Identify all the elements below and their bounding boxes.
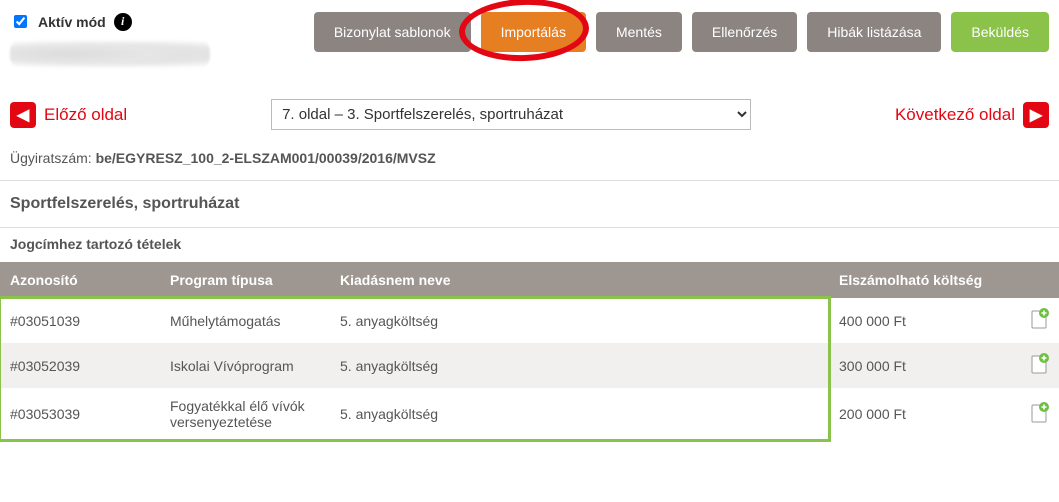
- cell-kiad: 5. anyagköltség: [330, 298, 829, 343]
- check-button[interactable]: Ellenőrzés: [692, 12, 797, 52]
- cell-id: #03053039: [0, 388, 160, 440]
- prev-page-button[interactable]: ◀: [10, 102, 36, 128]
- import-button[interactable]: Importálás: [481, 12, 586, 52]
- th-cost: Elszámolható költség: [829, 262, 1019, 298]
- add-document-icon[interactable]: [1029, 353, 1049, 378]
- redacted-area: [10, 39, 210, 69]
- active-mode-checkbox[interactable]: [14, 15, 27, 28]
- next-page-button[interactable]: ▶: [1023, 102, 1049, 128]
- info-icon[interactable]: i: [114, 13, 132, 31]
- table-row: #03052039 Iskolai Vívóprogram 5. anyagkö…: [0, 343, 1059, 388]
- next-page-label[interactable]: Következő oldal: [895, 105, 1015, 125]
- cell-kiad: 5. anyagköltség: [330, 343, 829, 388]
- cell-id: #03052039: [0, 343, 160, 388]
- cell-prog: Iskolai Vívóprogram: [160, 343, 330, 388]
- prev-page-label[interactable]: Előző oldal: [44, 105, 127, 125]
- active-mode-label: Aktív mód: [38, 14, 106, 30]
- cell-kiad: 5. anyagköltség: [330, 388, 829, 440]
- table-row: #03051039 Műhelytámogatás 5. anyagköltsé…: [0, 298, 1059, 343]
- items-table: Azonosító Program típusa Kiadásnem neve …: [0, 262, 1059, 440]
- cell-cost: 200 000 Ft: [829, 388, 1019, 440]
- file-reference: Ügyiratszám: be/EGYRESZ_100_2-ELSZAM001/…: [0, 150, 1059, 180]
- cell-cost: 300 000 Ft: [829, 343, 1019, 388]
- table-row: #03053039 Fogyatékkal élő vívók versenye…: [0, 388, 1059, 440]
- page-select[interactable]: 7. oldal – 3. Sportfelszerelés, sportruh…: [271, 99, 751, 130]
- th-kiad: Kiadásnem neve: [330, 262, 829, 298]
- cell-prog: Fogyatékkal élő vívók versenyeztetése: [160, 388, 330, 440]
- submit-button[interactable]: Beküldés: [951, 12, 1049, 52]
- errors-button[interactable]: Hibák listázása: [807, 12, 941, 52]
- active-mode-toggle[interactable]: Aktív mód i: [10, 12, 210, 31]
- add-document-icon[interactable]: [1029, 308, 1049, 333]
- th-prog: Program típusa: [160, 262, 330, 298]
- save-button[interactable]: Mentés: [596, 12, 682, 52]
- cell-prog: Műhelytámogatás: [160, 298, 330, 343]
- cell-id: #03051039: [0, 298, 160, 343]
- cell-cost: 400 000 Ft: [829, 298, 1019, 343]
- th-id: Azonosító: [0, 262, 160, 298]
- templates-button[interactable]: Bizonylat sablonok: [314, 12, 471, 52]
- section-title: Sportfelszerelés, sportruházat: [0, 181, 1059, 227]
- add-document-icon[interactable]: [1029, 402, 1049, 427]
- section-subtitle: Jogcímhez tartozó tételek: [0, 228, 1059, 262]
